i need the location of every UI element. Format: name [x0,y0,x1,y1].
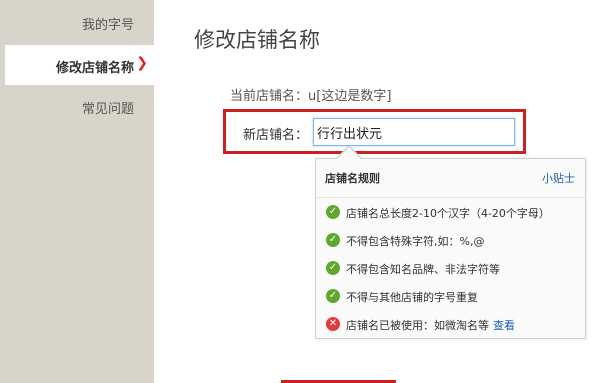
rules-header: 店铺名规则 小贴士 [316,159,585,198]
tips-link[interactable]: 小贴士 [542,170,575,186]
rule-text: 店铺名总长度2-10个汉字（4-20个字母） [346,207,550,220]
page-title: 修改店铺名称 [194,28,320,52]
new-name-label: 新店铺名： [243,128,309,143]
rule-text: 店铺名已被使用：如微淘名等 查看 [346,317,515,333]
error-icon: ✕ [326,317,340,331]
rule-text: 不得包含知名品牌、非法字符等 [346,263,500,276]
rule-text: 不得包含特殊字符,如：%,@ [346,235,485,248]
current-shop-name: 当前店铺名：u[这边是数字] [230,85,391,104]
current-name-label: 当前店铺名： [230,89,309,104]
current-name-value: u[这边是数字] [308,89,392,104]
sidebar: 我的字号 修改店铺名称 ❯ 常见问题 [0,0,154,383]
sidebar-item-faq[interactable]: 常见问题 [82,98,134,117]
popup-arrow-fill [337,147,361,159]
chevron-right-icon: ❯ [136,55,148,71]
check-icon: ✓ [326,289,340,303]
new-shop-name-input[interactable] [313,118,515,146]
sidebar-item-edit-shop-name[interactable]: 修改店铺名称 ❯ [5,45,154,85]
rule-text: 不得与其他店铺的字号重复 [346,291,478,304]
check-icon: ✓ [326,261,340,275]
shop-name-rules-popup: 店铺名规则 小贴士 ✓ 店铺名总长度2-10个汉字（4-20个字母） ✓ 不得包… [315,158,586,339]
check-icon: ✓ [326,233,340,247]
rule-error-text: 店铺名已被使用：如微淘名等 [346,319,489,332]
check-icon: ✓ [326,205,340,219]
view-link[interactable]: 查看 [493,319,515,332]
sidebar-item-my-shop-name[interactable]: 我的字号 [82,14,134,33]
rules-title: 店铺名规则 [325,172,380,185]
sidebar-item-label: 修改店铺名称 [55,61,134,76]
